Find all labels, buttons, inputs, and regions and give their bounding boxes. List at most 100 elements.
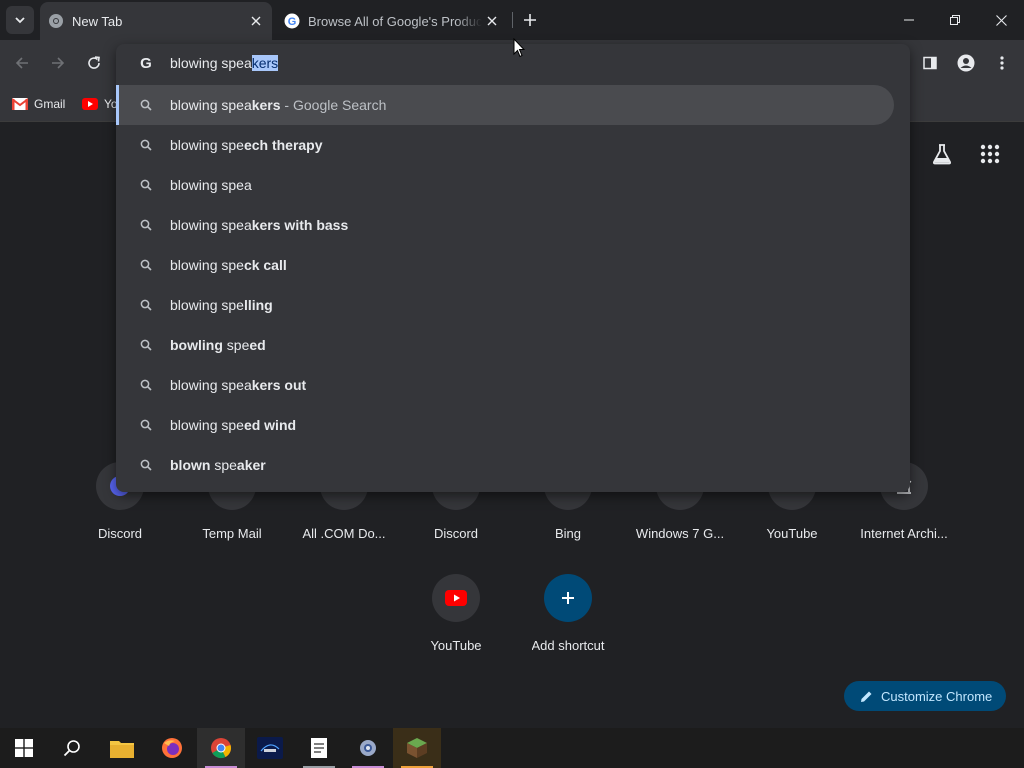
taskbar-firefox[interactable] [148, 728, 196, 768]
customize-chrome-button[interactable]: Customize Chrome [844, 681, 1006, 711]
minimize-button[interactable] [886, 0, 932, 40]
suggestion-completion: kers [251, 97, 281, 113]
search-icon [63, 740, 80, 757]
bookmark-youtube[interactable]: Yo [82, 92, 118, 116]
search-icon [136, 459, 156, 471]
suggestion-suffix: - Google Search [280, 97, 387, 113]
suggestion-completion: lling [243, 297, 273, 313]
chevron-down-icon [15, 17, 25, 24]
plus-icon [524, 14, 536, 26]
suggestion-item[interactable]: blowing spe ech therapy [116, 125, 910, 165]
suggestion-tail: spe [210, 457, 237, 473]
svg-text:G: G [140, 55, 152, 71]
taskbar-notepad[interactable] [295, 728, 343, 768]
chrome-icon [211, 738, 231, 759]
suggestion-typed: blowing spea [170, 97, 252, 113]
tab-search-button[interactable] [6, 6, 34, 34]
search-icon [136, 99, 156, 111]
windows-taskbar [0, 728, 1024, 768]
shortcut-label: YouTube [766, 526, 818, 541]
omnibox-typed-text: blowing spea [170, 55, 252, 71]
folder-icon [110, 741, 134, 758]
tab-new-tab[interactable]: New Tab [40, 2, 272, 40]
shortcut-youtube-2[interactable]: YouTube [400, 574, 512, 653]
suggestion-completion: ed wind [243, 417, 297, 433]
forward-button[interactable] [44, 49, 72, 77]
close-icon[interactable] [246, 11, 266, 31]
labs-button[interactable] [928, 140, 956, 168]
gmail-icon [12, 98, 28, 110]
taskbar-file-explorer[interactable] [98, 728, 146, 768]
suggestion-item[interactable]: blowing spe ed wind [116, 405, 910, 445]
profile-button[interactable] [952, 49, 980, 77]
search-icon [136, 299, 156, 311]
suggestion-list: blowing spea kers - Google Search blowing… [116, 85, 910, 485]
search-icon [136, 339, 156, 351]
arrow-right-icon [52, 57, 65, 69]
shortcut-label: All .COM Do... [302, 526, 386, 541]
suggestion-typed: blowing spe [170, 257, 244, 273]
suggestion-item[interactable]: blown spe aker [116, 445, 910, 485]
apps-grid-icon [980, 144, 1000, 164]
customize-label: Customize Chrome [881, 688, 993, 704]
tab-strip: New Tab G Browse All of Google's Product… [0, 0, 1024, 40]
tab-google-products[interactable]: G Browse All of Google's Products [276, 2, 508, 40]
flask-icon [932, 144, 952, 165]
close-icon[interactable] [482, 11, 502, 31]
google-apps-button[interactable] [976, 140, 1004, 168]
back-button[interactable] [8, 49, 36, 77]
suggestion-completion: kers out [251, 377, 307, 393]
search-icon [136, 219, 156, 231]
suggestion-tail-bold: ed [249, 337, 266, 353]
suggestion-completion: bowling [170, 337, 223, 353]
tab-title: New Tab [72, 13, 123, 29]
shortcut-label: YouTube [430, 638, 482, 653]
grass-block-icon [407, 738, 427, 758]
restore-icon [950, 15, 960, 25]
suggestion-completion: ck call [243, 257, 287, 273]
windows-logo-icon [15, 739, 33, 757]
shortcut-label: Discord [97, 526, 143, 541]
restore-button[interactable] [932, 0, 978, 40]
shortcut-label: Internet Archi... [860, 526, 948, 541]
bookmark-label: Gmail [34, 97, 66, 111]
reload-button[interactable] [80, 49, 108, 77]
suggestion-typed: blowing spe [170, 297, 244, 313]
omnibox-text: blowing speakers [170, 55, 279, 71]
search-icon [136, 379, 156, 391]
taskbar-minecraft[interactable] [393, 728, 441, 768]
disney-plus-icon [257, 737, 283, 759]
close-window-button[interactable] [978, 0, 1024, 40]
taskbar-chrome[interactable] [197, 728, 245, 768]
add-shortcut-button[interactable]: Add shortcut [512, 574, 624, 653]
close-icon [995, 14, 1007, 26]
google-icon: G [284, 13, 300, 29]
menu-button[interactable] [988, 49, 1016, 77]
search-icon [136, 259, 156, 271]
mouse-cursor-icon [513, 37, 526, 63]
side-panel-icon [923, 56, 937, 70]
suggestion-typed: blowing spe [170, 417, 244, 433]
taskbar-disney-plus[interactable] [246, 728, 294, 768]
suggestion-item[interactable]: blowing spea [116, 165, 910, 205]
tab-separator [512, 12, 513, 28]
pencil-icon [860, 690, 873, 703]
suggestion-completion: ech therapy [243, 137, 323, 153]
suggestion-typed: blowing spe [170, 137, 244, 153]
bookmark-gmail[interactable]: Gmail [12, 92, 65, 116]
svg-text:G: G [288, 16, 297, 28]
new-tab-button[interactable] [518, 8, 542, 32]
suggestion-item[interactable]: blowing spea kers - Google Search [116, 85, 894, 125]
firefox-icon [162, 738, 182, 758]
side-panel-button[interactable] [916, 49, 944, 77]
suggestion-item[interactable]: blowing spea kers with bass [116, 205, 910, 245]
taskbar-search-button[interactable] [48, 728, 96, 768]
suggestion-item[interactable]: blowing spe lling [116, 285, 910, 325]
suggestion-item[interactable]: blowing spe ck call [116, 245, 910, 285]
start-button[interactable] [0, 728, 48, 768]
suggestion-completion: kers with bass [251, 217, 349, 233]
suggestion-item[interactable]: blowing spea kers out [116, 365, 910, 405]
suggestion-item[interactable]: bowling spe ed [116, 325, 910, 365]
taskbar-settings[interactable] [344, 728, 392, 768]
suggestion-typed: blowing spea [170, 377, 252, 393]
